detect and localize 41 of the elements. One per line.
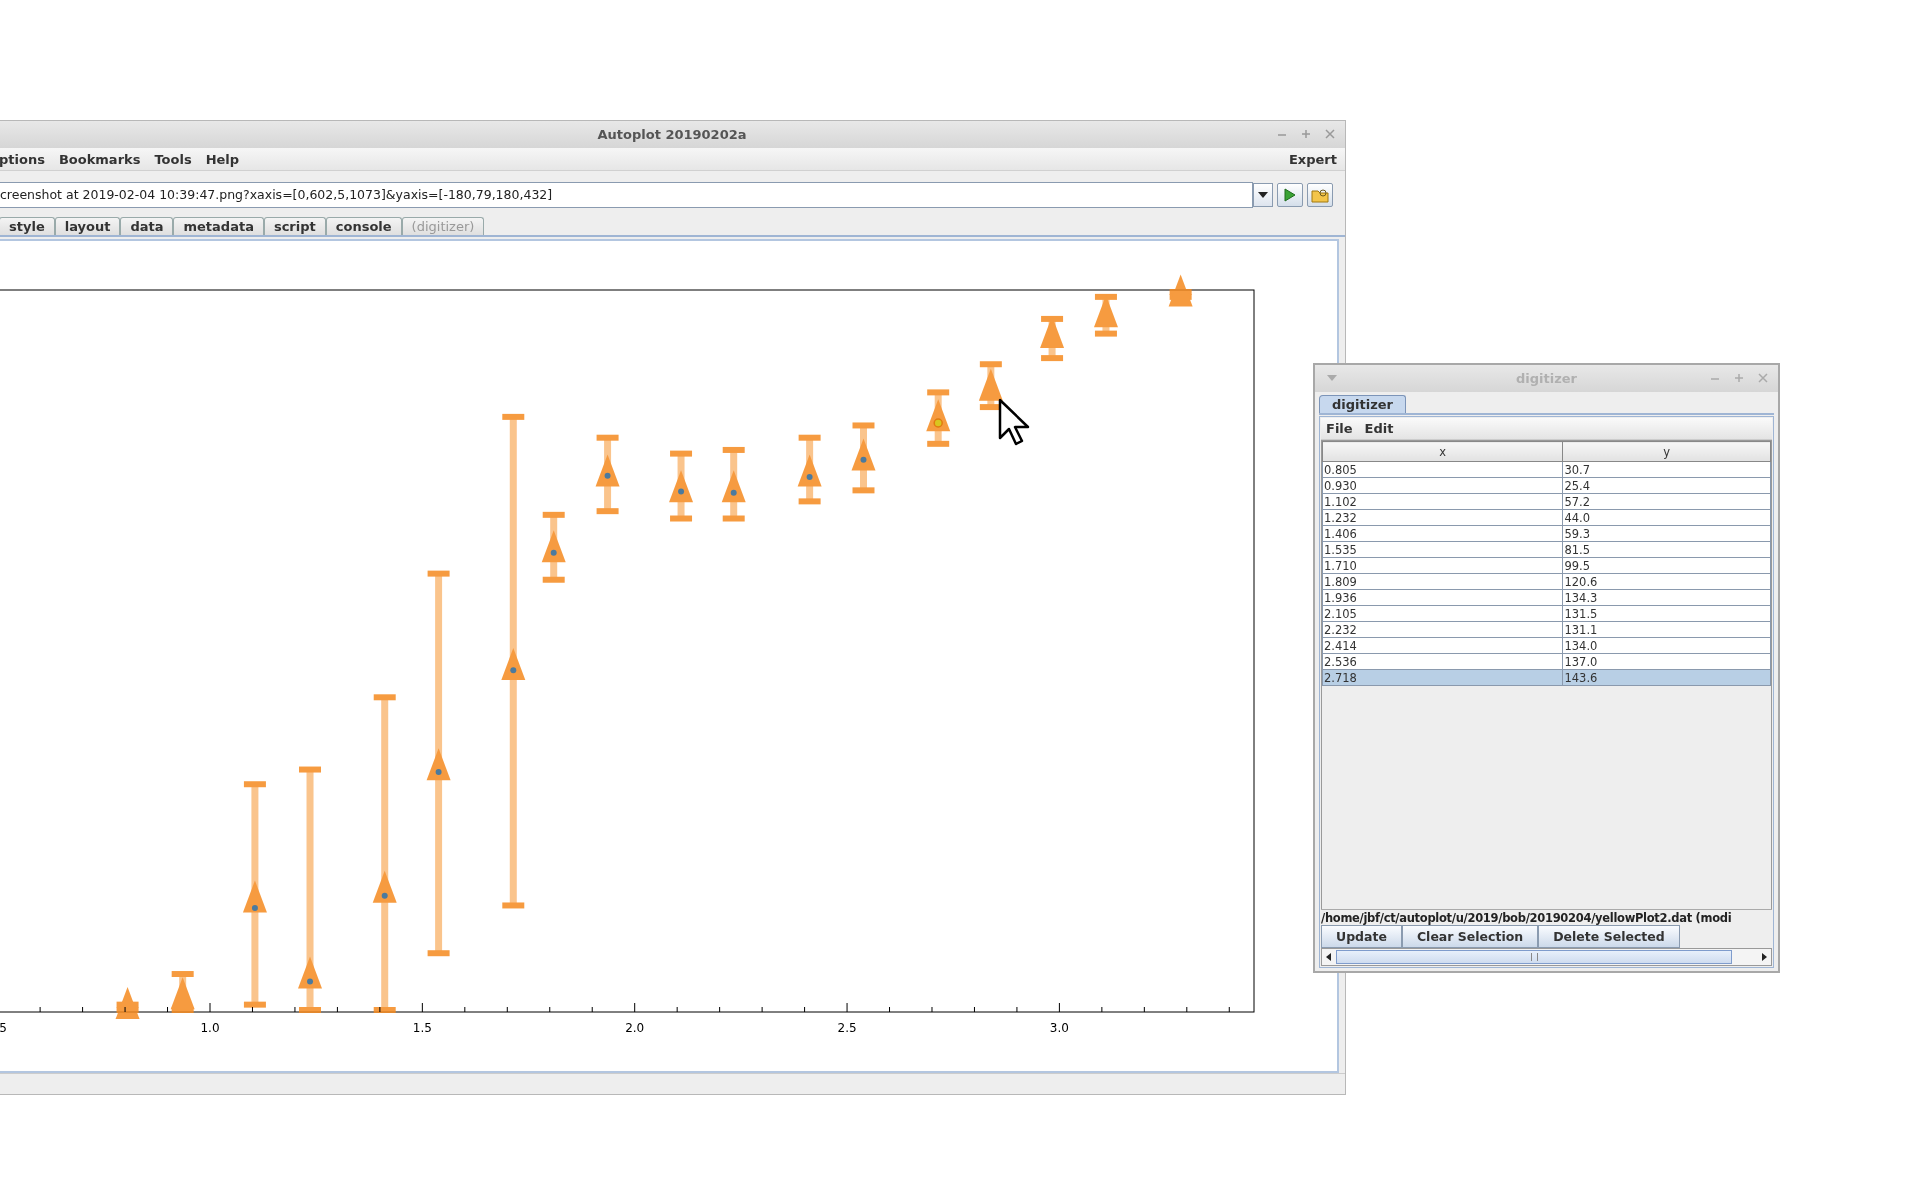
- tab[interactable]: style: [0, 217, 55, 235]
- menu-item[interactable]: ptions: [0, 151, 45, 167]
- dropdown-button[interactable]: [1253, 183, 1273, 207]
- play-icon: [1284, 188, 1296, 202]
- tick-label: 1.5: [412, 1021, 432, 1035]
- tab[interactable]: layout: [54, 217, 121, 235]
- url-field[interactable]: creenshot at 2019-02-04 10:39:47.png?xaxis=[0,602,5,1073]&yaxis=[-180,79,180,432]: [0, 182, 1253, 208]
- open-folder-button[interactable]: [1307, 183, 1333, 207]
- action-button[interactable]: Delete Selected: [1538, 925, 1680, 948]
- tick-label: 2.0: [625, 1021, 645, 1035]
- column-header[interactable]: y: [1562, 441, 1771, 462]
- expert-menu[interactable]: Expert: [1289, 151, 1337, 167]
- window-menu-icon[interactable]: [1327, 375, 1337, 381]
- close-icon[interactable]: [1758, 373, 1768, 383]
- tab[interactable]: digitizer: [1319, 395, 1406, 413]
- window-title: Autoplot 20190202a: [597, 127, 747, 142]
- scroll-thumb[interactable]: [1336, 950, 1732, 964]
- tab[interactable]: data: [120, 217, 174, 235]
- menu-item[interactable]: Edit: [1364, 421, 1394, 436]
- action-button[interactable]: Clear Selection: [1401, 925, 1539, 948]
- tab[interactable]: script: [263, 217, 326, 235]
- tick-label: 3.0: [1049, 1021, 1069, 1035]
- tab[interactable]: metadata: [173, 217, 264, 235]
- column-header[interactable]: x: [1322, 441, 1563, 462]
- action-button[interactable]: Update: [1321, 925, 1402, 948]
- caret-icon: [1258, 192, 1268, 198]
- mouse-pointer-icon: [998, 398, 1030, 446]
- maximize-icon[interactable]: [1301, 129, 1311, 139]
- close-icon[interactable]: [1325, 129, 1335, 139]
- maximize-icon[interactable]: [1734, 373, 1744, 383]
- tick-label: 5: [0, 1021, 7, 1035]
- menu-item[interactable]: Tools: [154, 151, 192, 167]
- folder-icon: [1311, 187, 1329, 203]
- tick-label: 2.5: [837, 1021, 857, 1035]
- menu-item[interactable]: File: [1326, 421, 1353, 436]
- menu-item[interactable]: Help: [205, 151, 240, 167]
- play-button[interactable]: [1277, 183, 1303, 207]
- horizontal-scrollbar[interactable]: [1321, 948, 1772, 966]
- menu-item[interactable]: Bookmarks: [58, 151, 141, 167]
- tab[interactable]: console: [325, 217, 402, 235]
- tick-label: 1.0: [200, 1021, 220, 1035]
